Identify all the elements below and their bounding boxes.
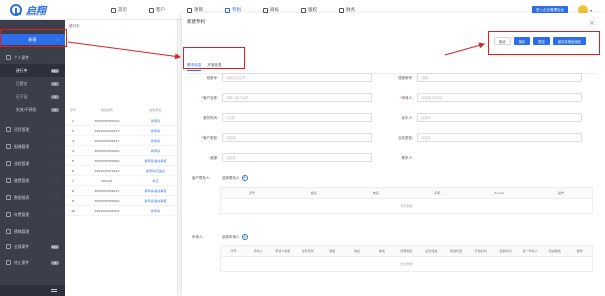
annotation-arrow xyxy=(67,41,181,60)
annotation-arrow xyxy=(444,42,485,56)
annotation-arrows xyxy=(67,41,485,60)
